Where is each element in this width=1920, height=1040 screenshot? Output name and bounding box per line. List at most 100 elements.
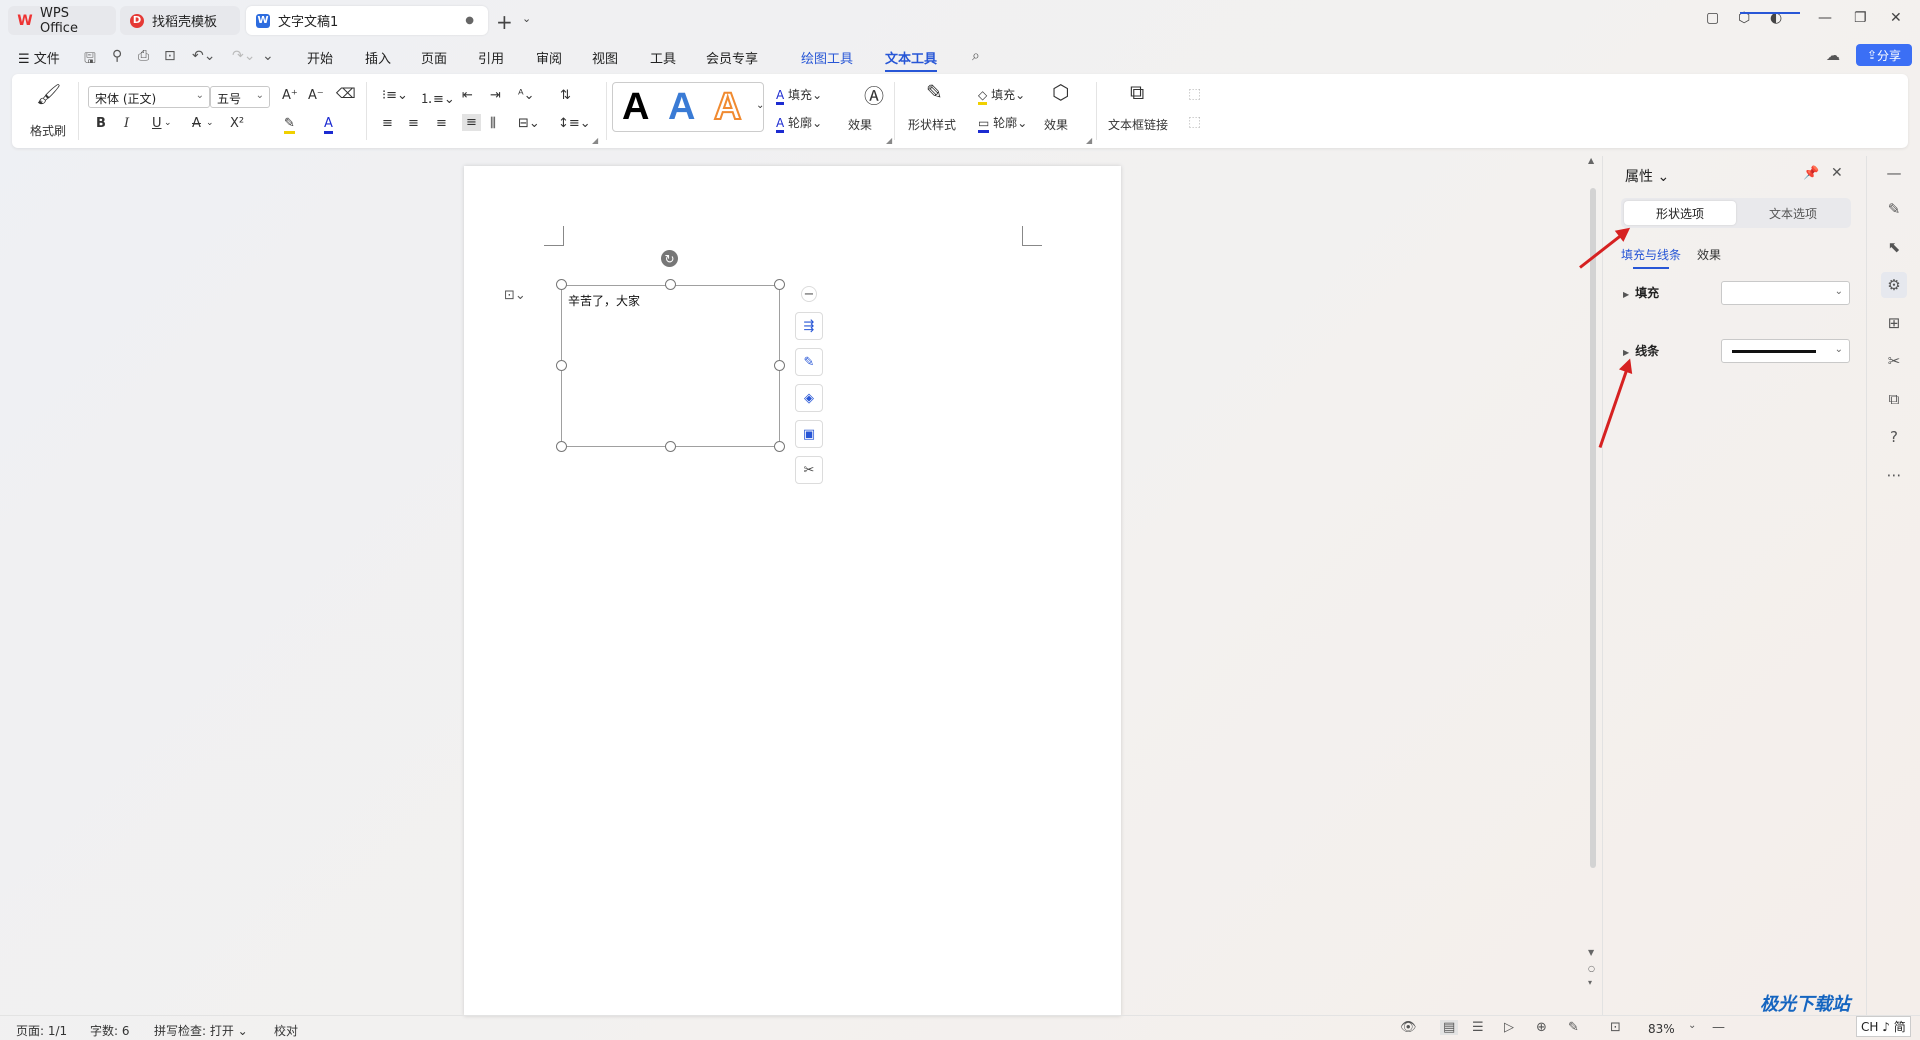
tab-shape-options[interactable]: 形状选项	[1624, 201, 1736, 225]
line-section-toggle[interactable]: ▶ 线条	[1623, 342, 1659, 359]
rotate-handle[interactable]: ↻	[661, 250, 678, 267]
line-spacing-icon[interactable]: ↕≡⌄	[558, 116, 591, 131]
tab-document[interactable]: W 文字文稿1 ●	[246, 6, 488, 35]
document-page[interactable]: ⊡⌄ ↻ 辛苦了，大家 − ⇶ ✎ ◈ ▣ ✂	[464, 166, 1121, 1016]
textbox-backward-icon[interactable]: ⬚	[1188, 114, 1201, 130]
resize-handle[interactable]	[774, 360, 785, 371]
pen-icon[interactable]: ✎	[795, 348, 823, 376]
tools-icon[interactable]: ✂	[795, 456, 823, 484]
shape-fill-button[interactable]: ◇ 填充⌄	[978, 86, 1025, 105]
eye-icon[interactable]: 👁	[1400, 1020, 1417, 1035]
format-painter-label[interactable]: 格式刷	[30, 122, 66, 139]
preview-icon[interactable]: ⊡	[164, 48, 176, 64]
scroll-down-icon[interactable]: ▼	[1588, 948, 1594, 957]
menu-page[interactable]: 页面	[421, 48, 447, 67]
zoom-out-icon[interactable]: —	[1712, 1020, 1725, 1035]
dialog-launcher-icon[interactable]: ◢	[886, 136, 892, 145]
outline-view-icon[interactable]: ☰	[1472, 1020, 1484, 1035]
unsaved-dot-icon[interactable]: ●	[465, 15, 474, 26]
resize-handle[interactable]	[774, 279, 785, 290]
gallery-more-icon[interactable]: ⌄	[756, 100, 764, 111]
spell-check-status[interactable]: 拼写检查: 打开 ⌄	[154, 1022, 248, 1039]
bold-button[interactable]: B	[96, 116, 106, 131]
resize-handle[interactable]	[774, 441, 785, 452]
search-icon[interactable]: ⌕	[972, 48, 980, 64]
fill-select[interactable]: ⌄	[1721, 281, 1850, 305]
font-color-icon[interactable]: A	[324, 116, 333, 134]
ime-indicator[interactable]: CH ♪ 简	[1856, 1016, 1911, 1037]
text-box[interactable]: 辛苦了，大家	[561, 285, 780, 447]
italic-button[interactable]: I	[124, 116, 129, 131]
chevron-down-icon[interactable]: ⌄	[522, 12, 531, 25]
clear-format-icon[interactable]: ⌫	[336, 86, 356, 102]
help-icon[interactable]: ?	[1881, 424, 1907, 450]
resize-handle[interactable]	[556, 279, 567, 290]
collapse-icon[interactable]: −	[801, 286, 817, 302]
pin-icon[interactable]: 📌	[1803, 166, 1819, 181]
text-style-black[interactable]: A	[622, 86, 649, 129]
dialog-launcher-icon[interactable]: ◢	[592, 136, 598, 145]
chevron-down-icon[interactable]: ⌄	[1688, 1020, 1696, 1031]
close-icon[interactable]: ✕	[1831, 165, 1843, 181]
tab-wps-office[interactable]: W WPS Office	[8, 6, 116, 36]
word-count[interactable]: 字数: 6	[90, 1022, 130, 1039]
menu-file[interactable]: ☰ 文件	[18, 48, 60, 67]
superscript-button[interactable]: X²	[230, 116, 244, 131]
font-name-select[interactable]: 宋体 (正文) ⌄	[88, 86, 210, 108]
grow-font-icon[interactable]: A⁺	[282, 88, 298, 103]
menu-reference[interactable]: 引用	[478, 48, 504, 67]
align-right-icon[interactable]: ≡	[436, 116, 447, 131]
chevron-down-icon[interactable]: ⌄	[206, 118, 214, 128]
cloud-icon[interactable]: ☁	[1826, 48, 1840, 64]
align-center-icon[interactable]: ≡	[408, 116, 419, 131]
text-style-blue[interactable]: A	[668, 86, 695, 129]
fill-section-toggle[interactable]: ▶ 填充	[1623, 284, 1659, 301]
bullet-list-icon[interactable]: ⁝≡⌄	[382, 88, 408, 103]
sort-icon[interactable]: ⇅	[560, 88, 571, 103]
textbox-forward-icon[interactable]: ⬚	[1188, 86, 1201, 102]
text-direction-icon[interactable]: ᴬ⌄	[518, 88, 535, 103]
menu-tools[interactable]: 工具	[650, 48, 676, 67]
align-left-icon[interactable]: ≡	[382, 116, 393, 131]
tab-text-options[interactable]: 文本选项	[1737, 201, 1849, 225]
textbox-link-icon[interactable]: ⧉	[1130, 80, 1144, 104]
numbered-list-icon[interactable]: ⒈≡⌄	[420, 88, 455, 107]
decrease-indent-icon[interactable]: ⇤	[462, 88, 473, 103]
new-tab-icon[interactable]: +	[496, 10, 513, 34]
menu-text-tools[interactable]: 文本工具	[885, 48, 938, 72]
fit-page-icon[interactable]: ⊡	[1610, 1020, 1621, 1035]
shrink-font-icon[interactable]: A⁻	[308, 88, 324, 103]
layout-icon[interactable]: ▢	[1706, 10, 1719, 26]
fill-bucket-icon[interactable]: ◈	[795, 384, 823, 412]
edit-icon[interactable]: ✎	[1881, 196, 1907, 222]
strikethrough-button[interactable]: A	[192, 116, 201, 131]
increase-indent-icon[interactable]: ⇥	[490, 88, 501, 103]
properties-sliders-icon[interactable]: ⚙	[1881, 272, 1907, 298]
line-select[interactable]: ⌄	[1721, 339, 1850, 363]
next-page-icon[interactable]: ▾	[1588, 978, 1592, 987]
outline-icon[interactable]: ▣	[795, 420, 823, 448]
subtab-fill-and-line[interactable]: 填充与线条	[1621, 246, 1681, 269]
menu-member[interactable]: 会员专享	[706, 48, 758, 67]
resize-handle[interactable]	[556, 360, 567, 371]
image-edit-icon[interactable]: ⊞	[1881, 310, 1907, 336]
text-effect-icon[interactable]: Ⓐ	[864, 80, 884, 109]
justify-icon[interactable]: ≡	[462, 114, 481, 131]
select-cursor-icon[interactable]: ⬉	[1881, 234, 1907, 260]
link-icon[interactable]: ⚲	[112, 48, 122, 64]
resize-handle[interactable]	[665, 441, 676, 452]
text-style-orange-outline[interactable]: A	[713, 85, 742, 129]
page-view-icon[interactable]: ▤	[1440, 1020, 1459, 1035]
font-size-select[interactable]: 五号 ⌄	[210, 86, 270, 108]
tab-daoke-template[interactable]: D 找稻壳模板	[120, 6, 240, 35]
vertical-scrollbar[interactable]: ▲ ▼ ○ ▾	[1588, 156, 1598, 1006]
layout-options-icon[interactable]: ⊡⌄	[504, 288, 526, 303]
columns-icon[interactable]: ⊟⌄	[518, 116, 540, 131]
shape-effect-icon[interactable]: ⬡	[1052, 80, 1069, 104]
restore-icon[interactable]: ❐	[1854, 10, 1867, 26]
tools-icon[interactable]: ✂	[1881, 348, 1907, 374]
more-chevron-icon[interactable]: ⌄	[262, 48, 274, 64]
resize-handle[interactable]	[665, 279, 676, 290]
dialog-launcher-icon[interactable]: ◢	[1086, 136, 1092, 145]
web-view-icon[interactable]: ⊕	[1536, 1020, 1547, 1035]
